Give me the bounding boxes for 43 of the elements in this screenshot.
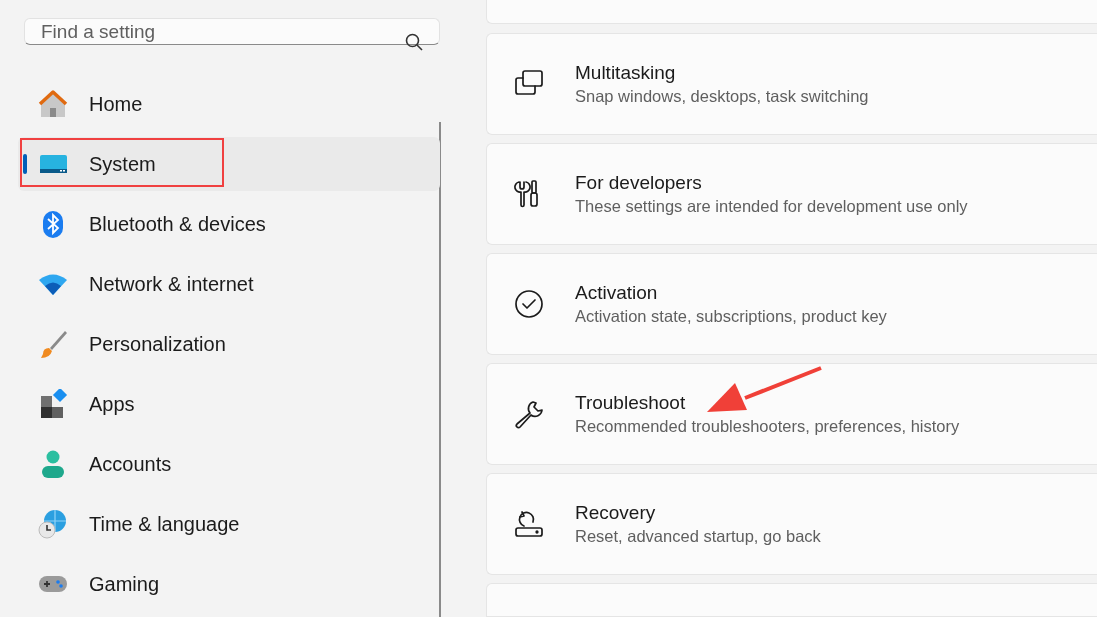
check-circle-icon: [513, 287, 545, 320]
paintbrush-icon: [38, 329, 68, 359]
settings-card[interactable]: For developers These settings are intended for development use only: [486, 142, 1097, 245]
nav-label: Time & language: [89, 512, 240, 537]
card-title: Multitasking: [575, 60, 677, 85]
nav-label: Home: [89, 92, 143, 117]
settings-card[interactable]: Recovery Reset, advanced startup, go back: [486, 472, 1097, 575]
gamepad-icon: [38, 575, 68, 593]
card-title: Troubleshoot: [575, 390, 687, 415]
nav-label: Bluetooth & devices: [89, 212, 266, 237]
card-subtitle: Recommended troubleshooters, preferences, history: [575, 415, 960, 437]
nav-item[interactable]: System: [18, 137, 440, 191]
nav-item[interactable]: Gaming: [18, 557, 440, 611]
settings-card[interactable]: Multitasking Snap windows, desktops, task switching: [486, 32, 1097, 135]
nav-item[interactable]: Personalization: [18, 317, 440, 371]
card-subtitle: These settings are intended for development use only: [575, 195, 968, 217]
card-title: For developers: [575, 170, 703, 195]
globe-clock-icon: [38, 509, 68, 539]
card-title: Activation: [575, 280, 659, 305]
house-icon: [38, 89, 68, 119]
card-subtitle: Snap windows, desktops, task switching: [575, 85, 869, 107]
nav-item[interactable]: Apps: [18, 377, 440, 431]
search-icon: [405, 33, 423, 51]
nav-label: System: [89, 152, 156, 177]
nav-label: Accounts: [89, 452, 172, 477]
settings-card[interactable]: Activation Activation state, subscriptions, product key: [486, 252, 1097, 355]
selection-indicator: [23, 154, 27, 174]
nav-item[interactable]: Home: [18, 77, 440, 131]
card-subtitle: Activation state, subscriptions, product key: [575, 305, 887, 327]
nav-item[interactable]: Network & internet: [18, 257, 440, 311]
scrollbar[interactable]: [439, 122, 441, 617]
nav-label: Network & internet: [89, 272, 254, 297]
nav-label: Gaming: [89, 572, 160, 597]
nav-label: Apps: [89, 392, 135, 417]
card-subtitle: Reset, advanced startup, go back: [575, 525, 821, 547]
nav-item[interactable]: Time & language: [18, 497, 440, 551]
card-title: Recovery: [575, 500, 657, 525]
search-field[interactable]: Find a setting: [24, 18, 440, 45]
nav-item[interactable]: Accounts: [18, 437, 440, 491]
nav-label: Personalization: [89, 332, 226, 357]
app-tiles-icon: [38, 389, 68, 419]
settings-card[interactable]: Troubleshoot Recommended troubleshooters, preferences, history: [486, 362, 1097, 465]
nav-item[interactable]: Bluetooth & devices: [18, 197, 440, 251]
